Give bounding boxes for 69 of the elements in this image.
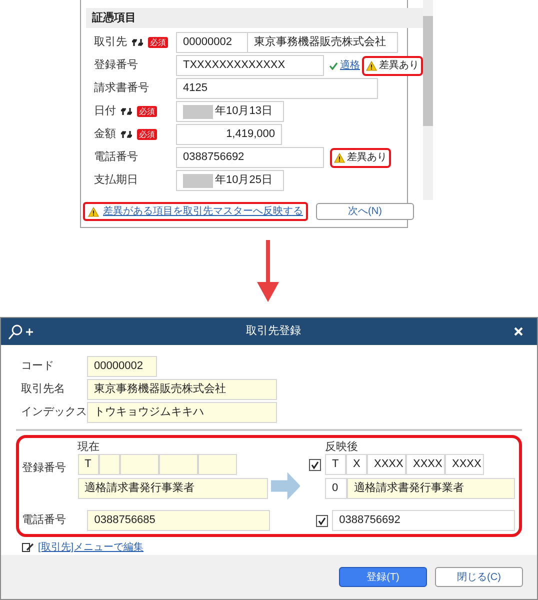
text-field[interactable]: 0388756692 [176, 147, 324, 168]
check-icon [329, 62, 338, 70]
field-label: 支払期日 [94, 173, 138, 188]
type-field[interactable]: 適格請求書発行事業者 [347, 478, 515, 499]
segment-field[interactable] [158, 454, 198, 475]
search-add-icon [7, 324, 33, 340]
qualified-link[interactable]: 適格 [340, 58, 360, 73]
scrollbar[interactable] [423, 0, 433, 200]
warning-icon [366, 60, 377, 70]
text-field[interactable]: TXXXXXXXXXXXXX [176, 55, 324, 76]
text-field[interactable]: トウキョウジムキキハ [87, 402, 277, 423]
required-badge: 必須 [137, 129, 157, 140]
segment-field[interactable] [120, 454, 159, 475]
sync-icon [121, 107, 132, 116]
sync-icon [132, 38, 143, 47]
type-code-field[interactable]: 0 [325, 478, 347, 499]
field-label: 請求書番号 [94, 80, 149, 96]
field-label: コード [20, 359, 55, 374]
segment-field[interactable] [198, 454, 237, 475]
segment-field[interactable]: XXXX [406, 454, 445, 475]
field-label: 登録番号 [94, 58, 138, 74]
date-field[interactable]: 年10月25日 [176, 170, 284, 191]
text-field[interactable]: 00000002 [87, 356, 157, 377]
required-badge: 必須 [148, 37, 168, 48]
segment-field[interactable] [98, 454, 120, 475]
field-label: 登録番号 [22, 462, 66, 474]
reflect-link[interactable]: 差異がある項目を取引先マスターへ反映する [83, 202, 308, 221]
date-field[interactable]: 年10月13日 [176, 101, 284, 122]
redaction [183, 174, 213, 188]
checkbox[interactable] [316, 514, 328, 526]
edit-icon [22, 542, 34, 553]
register-button[interactable]: 登録(T) [339, 567, 427, 587]
redaction [183, 104, 213, 118]
text-field[interactable]: 0388756692 [332, 510, 515, 531]
field-label: 電話番号 [94, 150, 138, 166]
window-title: 取引先登録 [245, 324, 302, 340]
field-label: 電話番号 [22, 512, 67, 528]
column-heading: 反映後 [325, 440, 359, 454]
code-field[interactable]: 00000002 [176, 32, 248, 53]
close-button[interactable]: 閉じる(C) [435, 567, 523, 587]
text-field[interactable]: 0388756685 [87, 510, 270, 531]
warning-icon [88, 206, 99, 216]
segment-field[interactable]: T [78, 454, 99, 475]
close-icon[interactable] [514, 327, 523, 336]
difference-badge: 差異あり [362, 56, 423, 76]
text-field[interactable]: 東京事務機器販売株式会社 [87, 379, 277, 400]
segment-field[interactable]: X [346, 454, 367, 475]
field-label: 金額 [94, 126, 116, 142]
checkbox[interactable] [309, 458, 321, 470]
field-label: 日付 [94, 104, 116, 120]
name-field[interactable]: 東京事務機器販売株式会社 [248, 32, 398, 53]
segment-field[interactable]: XXXX [367, 454, 406, 475]
edit-link[interactable]: [取引先]メニューで編集 [38, 540, 144, 555]
text-field[interactable]: 4125 [176, 78, 378, 99]
next-button[interactable]: 次へ(N) [316, 203, 414, 220]
type-field[interactable]: 適格請求書発行事業者 [78, 478, 268, 499]
section-title: 証憑項目 [86, 8, 423, 28]
warning-icon [334, 152, 345, 162]
field-label: 取引先名 [20, 382, 66, 398]
amount-field[interactable]: 1,419,000 [176, 124, 282, 145]
field-label: インデックス [20, 405, 87, 420]
segment-field[interactable]: XXXX [445, 454, 484, 475]
column-heading: 現在 [78, 440, 101, 454]
difference-badge: 差異あり [330, 148, 391, 168]
segment-field[interactable]: T [325, 454, 346, 475]
required-badge: 必須 [137, 106, 157, 117]
field-label: 取引先 [94, 35, 127, 50]
down-arrow [257, 240, 279, 302]
sync-icon [121, 130, 132, 139]
